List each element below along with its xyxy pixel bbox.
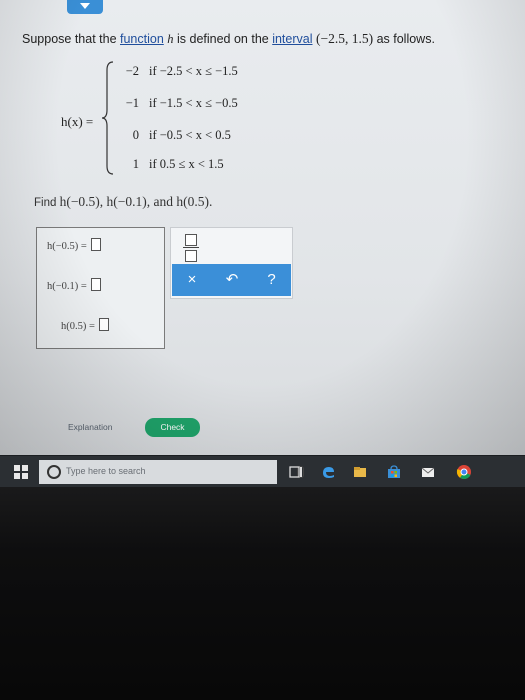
interval-link[interactable]: interval (272, 32, 312, 46)
windows-taskbar: Type here to search (0, 455, 525, 488)
file-explorer-icon[interactable] (352, 464, 368, 480)
monitor-bezel (0, 487, 525, 700)
chrome-icon[interactable] (456, 464, 472, 480)
case-row: 1 if 0.5 ≤ x < 1.5 (132, 157, 224, 171)
help-button[interactable]: ? (252, 264, 291, 296)
answer-input-1[interactable] (90, 238, 101, 251)
windows-start-icon[interactable] (14, 465, 28, 479)
case-row: −1 if −1.5 < x ≤ −0.5 (125, 96, 238, 110)
answer-row-1: h(−0.5) = (47, 238, 101, 252)
explanation-button[interactable]: Explanation (68, 422, 112, 432)
case-row: 0 if −0.5 < x < 0.5 (132, 128, 231, 142)
answer-input-2[interactable] (90, 278, 101, 291)
function-link[interactable]: function (120, 32, 164, 46)
answer-input-3[interactable] (98, 318, 109, 331)
math-tool-panel: × ↶ ? (170, 227, 293, 299)
check-button[interactable]: Check (145, 418, 200, 437)
clear-button[interactable]: × (172, 264, 212, 296)
case-row: −2 if −2.5 < x ≤ −1.5 (125, 64, 238, 78)
chevron-down-icon (80, 3, 90, 9)
find-prompt: Find h(−0.5), h(−0.1), and h(0.5). (34, 194, 213, 209)
mail-icon[interactable] (420, 464, 436, 480)
piecewise-lhs: h(x) = (61, 114, 94, 129)
taskbar-search[interactable]: Type here to search (39, 460, 304, 484)
cortana-icon (47, 465, 61, 479)
search-placeholder: Type here to search (66, 466, 146, 476)
store-icon[interactable] (386, 464, 402, 480)
answer-box: h(−0.5) = h(−0.1) = h(0.5) = (36, 227, 165, 349)
interval-value: (−2.5, 1.5) (315, 31, 374, 46)
fraction-icon[interactable] (183, 234, 199, 262)
browser-screen: Suppose that the function h is defined o… (0, 0, 525, 455)
collapse-tab[interactable] (67, 0, 103, 14)
edge-icon[interactable] (320, 464, 336, 480)
undo-button[interactable]: ↶ (212, 264, 252, 296)
tool-button-row: × ↶ ? (172, 264, 291, 296)
answer-row-3: h(0.5) = (61, 318, 109, 332)
piecewise-definition: h(x) = −2 if −2.5 < x ≤ −1.5 −1 if −1.5 < … (61, 58, 291, 178)
answer-row-2: h(−0.1) = (47, 278, 101, 292)
question-text: Suppose that the function h is defined o… (22, 31, 435, 46)
task-view-icon[interactable] (288, 464, 304, 480)
